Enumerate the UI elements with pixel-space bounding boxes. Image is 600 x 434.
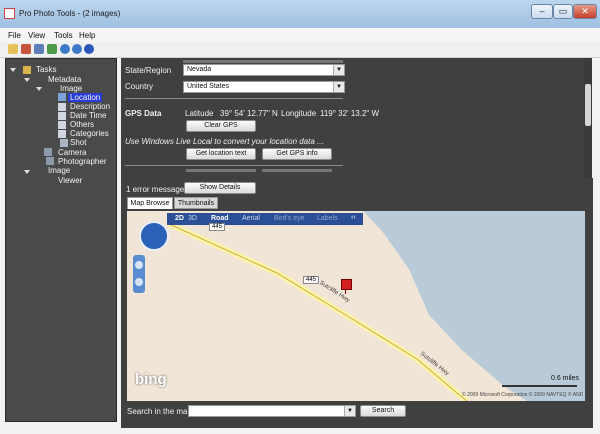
tree-icon[interactable]: [47, 44, 57, 54]
clipped-field: [183, 60, 343, 63]
tree-item-metadata[interactable]: Metadata: [48, 75, 81, 84]
country-value: United States: [187, 83, 230, 90]
location-icon: [58, 93, 66, 101]
hint-text: Use Windows Live Local to convert your l…: [125, 137, 324, 146]
divider: [125, 165, 343, 166]
error-message: 1 error message.: [126, 185, 187, 194]
minimize-button[interactable]: –: [531, 4, 553, 19]
zoom-in-icon[interactable]: [135, 261, 143, 269]
location-pin-icon[interactable]: [341, 279, 352, 290]
tree-item-date-time[interactable]: Date Time: [70, 111, 106, 120]
tree-item-tasks[interactable]: Tasks: [36, 65, 56, 74]
collapse-icon[interactable]: [36, 87, 42, 91]
divider: [125, 98, 343, 99]
tree-item-image[interactable]: Image: [60, 84, 82, 93]
mode-aerial[interactable]: Aerial: [242, 215, 260, 222]
pin-stem: [345, 289, 346, 294]
chevron-down-icon[interactable]: ▼: [344, 406, 355, 416]
menu-tools[interactable]: Tools: [54, 31, 73, 40]
chevron-down-icon[interactable]: ▼: [333, 82, 344, 92]
route-shield: 445: [209, 223, 226, 231]
tree-item-others[interactable]: Others: [70, 120, 94, 129]
undo-icon[interactable]: [60, 44, 70, 54]
shot-icon: [60, 139, 68, 147]
camera-icon: [44, 148, 52, 156]
maximize-button[interactable]: ▭: [553, 4, 573, 19]
save-icon[interactable]: [34, 44, 44, 54]
others-icon: [58, 121, 66, 129]
route-shield: 445: [303, 276, 320, 284]
state-select[interactable]: Nevada ▼: [183, 64, 345, 76]
country-select[interactable]: United States ▼: [183, 81, 345, 93]
search-button[interactable]: Search: [360, 405, 406, 417]
mode-3d[interactable]: 3D: [188, 215, 197, 222]
categories-icon: [58, 130, 66, 138]
map-pan-control[interactable]: [139, 221, 169, 251]
task-tree: Tasks Metadata Image Location Descriptio…: [5, 58, 117, 422]
country-label: Country: [125, 82, 154, 91]
collapse-icon[interactable]: [10, 68, 16, 72]
clipped-button: [262, 169, 332, 172]
app-icon: [4, 8, 15, 19]
collapse-icon[interactable]: [24, 78, 30, 82]
tree-item-categories[interactable]: Categories: [70, 129, 109, 138]
bing-logo: bing: [135, 371, 167, 388]
scroll-thumb[interactable]: [585, 84, 591, 126]
map-scale-bar: [502, 385, 577, 387]
collapse-icon[interactable]: [24, 170, 30, 174]
mode-labels[interactable]: Labels: [317, 215, 338, 222]
get-location-text-button[interactable]: Get location text: [186, 148, 256, 160]
collapse-mode-bar-icon[interactable]: ‹‹: [351, 214, 356, 221]
menu-view[interactable]: View: [28, 31, 45, 40]
longitude-label: Longitude: [281, 109, 317, 118]
tree-item-photographer[interactable]: Photographer: [58, 157, 106, 166]
clipped-button: [186, 169, 256, 172]
close-file-icon[interactable]: [21, 44, 31, 54]
description-icon: [58, 103, 66, 111]
tab-map-browse[interactable]: Map Browse: [127, 197, 173, 209]
tree-item-location[interactable]: Location: [68, 93, 103, 102]
state-value: Nevada: [187, 66, 212, 73]
mode-birds-eye[interactable]: Bird's eye: [274, 215, 305, 222]
map-canvas: [127, 211, 527, 401]
zoom-out-icon[interactable]: [135, 278, 143, 286]
tree-item-shot[interactable]: Shot: [70, 138, 86, 147]
tree-item-viewer[interactable]: Viewer: [58, 176, 82, 185]
menu-file[interactable]: File: [8, 31, 21, 40]
menu-help[interactable]: Help: [79, 31, 95, 40]
mode-road[interactable]: Road: [211, 215, 229, 222]
photographer-icon: [46, 157, 54, 165]
help-icon[interactable]: [84, 44, 94, 54]
properties-panel: State/Region Nevada ▼ Country United Sta…: [121, 58, 591, 178]
state-label: State/Region: [125, 66, 172, 75]
gps-data-label: GPS Data: [125, 109, 162, 118]
map-copyright: © 2009 Microsoft Corporation © 2009 NAVT…: [462, 392, 584, 398]
latitude-label: Latitude: [185, 109, 214, 118]
tasks-icon: [23, 66, 31, 74]
chevron-down-icon[interactable]: ▼: [333, 65, 344, 75]
tab-thumbnails[interactable]: Thumbnails: [174, 197, 218, 209]
show-details-button[interactable]: Show Details: [184, 182, 256, 194]
longitude-value: 119° 32' 13.2" W: [320, 109, 380, 118]
tree-item-image-2[interactable]: Image: [48, 166, 70, 175]
mode-2d[interactable]: 2D: [175, 215, 184, 222]
date-time-icon: [58, 112, 66, 120]
search-input[interactable]: ▼: [188, 405, 356, 417]
map-scale-label: 0.6 miles: [551, 375, 580, 382]
clear-gps-button[interactable]: Clear GPS: [186, 120, 256, 132]
tree-item-description[interactable]: Description: [70, 102, 110, 111]
close-button[interactable]: ✕: [573, 4, 597, 19]
latitude-value: 39° 54' 12.77" N: [220, 109, 278, 118]
tree-item-camera[interactable]: Camera: [58, 148, 86, 157]
window-title: Pro Photo Tools - (2 images): [19, 9, 121, 18]
open-folder-icon[interactable]: [8, 44, 18, 54]
search-label: Search in the map: [127, 407, 192, 416]
get-gps-info-button[interactable]: Get GPS info: [262, 148, 332, 160]
redo-icon[interactable]: [72, 44, 82, 54]
map-view[interactable]: 2D 3D Road Aerial Bird's eye Labels ‹‹ 4…: [127, 211, 585, 401]
